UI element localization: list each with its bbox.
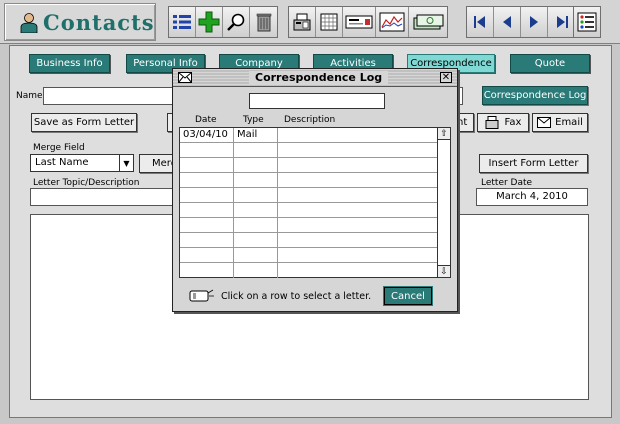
list-view-button[interactable] [169,7,196,37]
search-icon [227,13,245,31]
email-label: Email [555,117,583,128]
prev-record-icon [503,16,511,28]
app-title: Contacts [43,10,155,35]
mail-icon [178,72,192,83]
insert-form-letter-button[interactable]: Insert Form Letter [479,154,588,173]
merge-field-value: Last Name [35,157,89,168]
table-row[interactable] [180,248,437,263]
dialog-search-field[interactable] [249,93,385,109]
fax-icon [293,13,311,31]
menu-button[interactable] [574,7,600,37]
column-header-type: Type [243,115,264,125]
calendar-module-button[interactable] [316,7,343,37]
fax-button[interactable]: Fax [477,113,529,132]
next-record-icon [530,16,538,28]
menu-tools [573,6,601,38]
last-record-button[interactable] [548,7,575,37]
record-tools [168,6,278,38]
envelope-icon [537,117,552,128]
calendar-icon [320,13,338,31]
scroll-up-icon[interactable]: ⇧ [438,128,450,140]
table-row[interactable] [180,188,437,203]
correspondence-table: 03/04/10 Mail [179,127,438,278]
chevron-down-icon: ▼ [119,155,133,171]
dialog-titlebar[interactable]: Correspondence Log ✕ [173,69,457,87]
letter-topic-field[interactable] [30,188,180,206]
table-scrollbar[interactable]: ⇧ ⇩ [437,127,451,278]
list-icon [173,15,191,29]
menu-list-icon [577,12,597,32]
card-module-button[interactable] [343,7,376,37]
add-icon [198,11,220,33]
dialog-title: Correspondence Log [249,71,389,84]
trash-icon [256,13,271,32]
table-row[interactable] [180,158,437,173]
column-header-description: Description [284,115,336,125]
tab-quote[interactable]: Quote [510,54,590,73]
money-icon [413,14,444,30]
tab-business-info[interactable]: Business Info [29,54,110,73]
save-form-letter-button[interactable]: Save as Form Letter [31,113,137,132]
delete-record-button[interactable] [250,7,277,37]
email-button[interactable]: Email [532,113,588,132]
fax-module-button[interactable] [289,7,316,37]
table-row[interactable] [180,263,437,278]
card-icon [345,15,373,29]
fax-small-icon [485,116,499,129]
correspondence-log-button[interactable]: Correspondence Log [482,86,588,105]
column-header-date: Date [195,115,217,125]
add-record-button[interactable] [196,7,223,37]
last-record-icon [556,16,568,28]
close-icon[interactable]: ✕ [440,72,452,83]
merge-field-select[interactable]: Last Name ▼ [30,154,134,172]
correspondence-log-dialog: Correspondence Log ✕ Date Type Descripti… [172,68,458,312]
record-navigation [466,6,576,38]
next-record-button[interactable] [521,7,548,37]
table-row[interactable] [180,233,437,248]
first-record-icon [474,16,485,28]
name-label: Name [16,91,43,101]
module-tools [288,6,448,38]
reports-module-button[interactable] [376,7,409,37]
merge-button[interactable]: Merg [139,154,177,173]
first-record-button[interactable] [467,7,494,37]
letter-topic-label: Letter Topic/Description [33,178,140,188]
letter-date-label: Letter Date [481,178,533,188]
cell-description [278,128,437,143]
chart-icon [379,12,405,32]
toolbar: Contacts [0,0,620,44]
table-row[interactable] [180,218,437,233]
pointer-hint-icon [189,289,214,302]
invoice-module-button[interactable] [409,7,447,37]
table-row[interactable]: 03/04/10 Mail [180,128,437,143]
merge-field-label: Merge Field [33,143,85,153]
app-logo: Contacts [4,3,156,41]
table-row[interactable] [180,203,437,218]
table-row[interactable] [180,143,437,158]
table-row[interactable] [180,173,437,188]
find-button[interactable] [223,7,250,37]
person-icon [20,13,38,33]
prev-record-button[interactable] [494,7,521,37]
cell-type: Mail [234,128,278,143]
dialog-hint: Click on a row to select a letter. [221,291,372,302]
cell-date: 03/04/10 [180,128,234,143]
letter-date-field[interactable]: March 4, 2010 [476,188,588,206]
cancel-button[interactable]: Cancel [384,287,432,305]
fax-label: Fax [504,117,522,128]
scroll-down-icon[interactable]: ⇩ [438,265,450,277]
